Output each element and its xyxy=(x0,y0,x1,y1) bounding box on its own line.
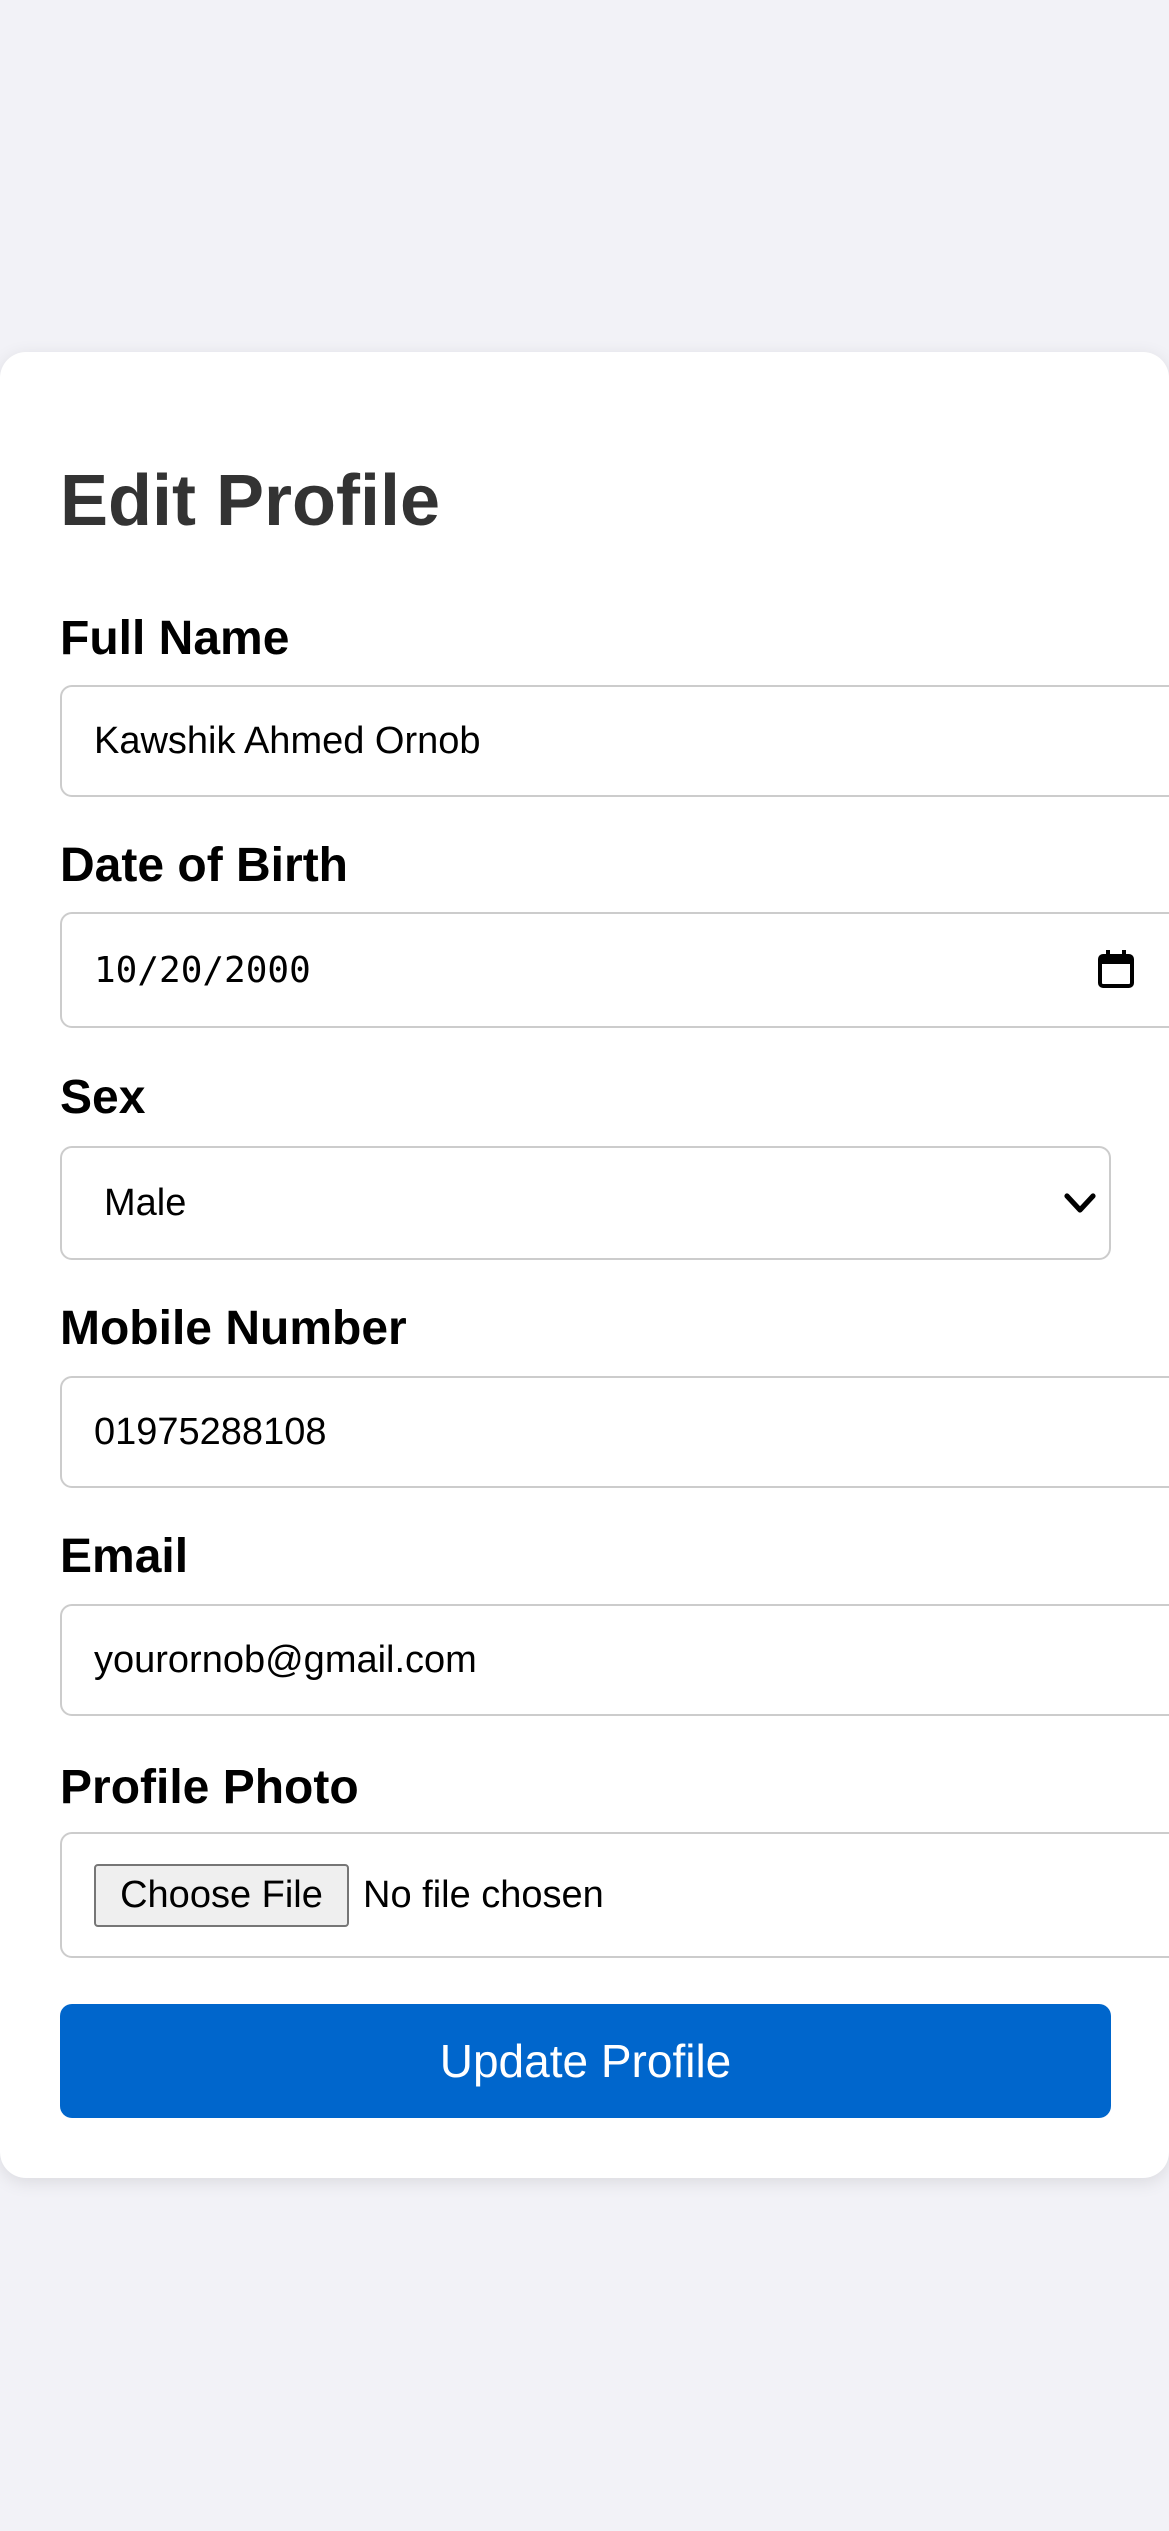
date-of-birth-input[interactable]: 10/20/2000 xyxy=(60,912,1169,1028)
file-status-text: No file chosen xyxy=(363,1873,604,1916)
sex-select[interactable]: Male xyxy=(60,1146,1111,1260)
edit-profile-card: Edit Profile Full Name Kawshik Ahmed Orn… xyxy=(0,352,1169,2178)
profile-photo-label: Profile Photo xyxy=(60,1761,359,1814)
calendar-icon[interactable] xyxy=(1098,950,1134,988)
choose-file-button[interactable]: Choose File xyxy=(94,1863,349,1927)
full-name-label: Full Name xyxy=(60,612,290,665)
date-of-birth-value: 10/20/2000 xyxy=(94,949,311,991)
full-name-input[interactable]: Kawshik Ahmed Ornob xyxy=(60,685,1169,797)
date-of-birth-label: Date of Birth xyxy=(60,839,348,892)
mobile-number-input[interactable]: 01975288108 xyxy=(60,1376,1169,1488)
sex-label: Sex xyxy=(60,1071,146,1124)
update-profile-button[interactable]: Update Profile xyxy=(60,2004,1111,2118)
mobile-number-label: Mobile Number xyxy=(60,1302,407,1355)
email-value: yourornob@gmail.com xyxy=(94,1638,477,1681)
email-label: Email xyxy=(60,1530,189,1583)
mobile-number-value: 01975288108 xyxy=(94,1410,327,1453)
full-name-value: Kawshik Ahmed Ornob xyxy=(94,719,481,762)
sex-selected-value: Male xyxy=(104,1181,187,1224)
email-input[interactable]: yourornob@gmail.com xyxy=(60,1604,1169,1716)
page-title: Edit Profile xyxy=(60,461,441,541)
chevron-down-icon xyxy=(1064,1193,1096,1213)
profile-photo-input[interactable]: Choose File No file chosen xyxy=(60,1832,1169,1958)
